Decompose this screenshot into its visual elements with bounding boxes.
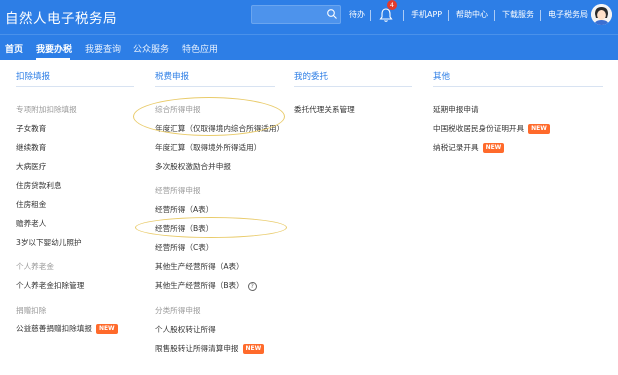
divider bbox=[294, 86, 412, 87]
divider bbox=[433, 86, 603, 87]
help-icon[interactable]: ? bbox=[247, 282, 257, 291]
menu-item-label: 中国税收居民身份证明开具 bbox=[433, 124, 525, 133]
deduction-header[interactable]: 扣除填报 bbox=[16, 70, 50, 82]
new-badge: NEW bbox=[95, 324, 118, 334]
menu-item-label: 其他生产经营所得（B表） bbox=[155, 281, 244, 290]
menu-item-business-income-b[interactable]: 经营所得（B表） bbox=[155, 223, 213, 234]
menu-item-business-income-a[interactable]: 经营所得（A表） bbox=[155, 204, 213, 215]
menu-item-infant-care[interactable]: 3岁以下婴幼儿照护 bbox=[16, 237, 82, 248]
menu-item-label: 限售股转让所得清算申报 bbox=[155, 344, 239, 353]
delegation-header[interactable]: 我的委托 bbox=[294, 70, 328, 82]
nav-home[interactable]: 首页 bbox=[5, 42, 23, 55]
divider bbox=[370, 10, 371, 21]
new-badge: NEW bbox=[482, 143, 505, 153]
group-title: 捐赠扣除 bbox=[16, 306, 47, 315]
menu-item-restricted-stock-settlement[interactable]: 限售股转让所得清算申报 NEW bbox=[155, 343, 265, 354]
divider bbox=[494, 10, 495, 21]
divider bbox=[155, 86, 275, 87]
divider bbox=[16, 86, 134, 87]
search-icon[interactable] bbox=[326, 8, 338, 20]
divider bbox=[540, 10, 541, 21]
search-input[interactable] bbox=[252, 6, 328, 23]
menu-item-annual-settlement-domestic[interactable]: 年度汇算（仅取得境内综合所得适用） bbox=[155, 123, 284, 134]
menu-item-other-business-a[interactable]: 其他生产经营所得（A表） bbox=[155, 261, 244, 272]
avatar[interactable] bbox=[591, 4, 612, 25]
group-title: 综合所得申报 bbox=[155, 105, 201, 114]
new-badge: NEW bbox=[528, 124, 550, 134]
group-title: 个人养老金 bbox=[16, 262, 54, 271]
menu-item-continuing-education[interactable]: 继续教育 bbox=[16, 142, 46, 153]
search-box[interactable] bbox=[251, 5, 341, 24]
top-bar: 自然人电子税务局 待办 4 手机APP 帮助中心 下载服务 电子税务局 bbox=[0, 0, 618, 34]
group-title: 经营所得申报 bbox=[155, 186, 201, 195]
menu-item-mortgage-interest[interactable]: 住房贷款利息 bbox=[16, 180, 62, 191]
todo-link[interactable]: 待办 bbox=[349, 9, 365, 20]
menu-item-tax-record-certificate[interactable]: 纳税记录开具 NEW bbox=[433, 142, 505, 153]
app-title[interactable]: 自然人电子税务局 bbox=[5, 7, 117, 27]
menu-item-elderly-support[interactable]: 赡养老人 bbox=[16, 218, 46, 229]
menu-item-equity-transfer[interactable]: 个人股权转让所得 bbox=[155, 324, 216, 335]
menu-item-annual-settlement-overseas[interactable]: 年度汇算（取得境外所得适用） bbox=[155, 142, 261, 153]
group-title: 分类所得申报 bbox=[155, 306, 201, 315]
declare-header[interactable]: 税费申报 bbox=[155, 70, 189, 82]
other-header[interactable]: 其他 bbox=[433, 70, 450, 82]
menu-item-label: 公益慈善捐赠扣除填报 bbox=[16, 324, 92, 333]
notification-badge: 4 bbox=[387, 0, 397, 10]
menu-item-tax-residency-certificate[interactable]: 中国税收居民身份证明开具 NEW bbox=[433, 123, 550, 134]
menu-panel: 扣除填报 专项附加扣除填报 子女教育 继续教育 大病医疗 住房贷款利息 住房租金… bbox=[0, 60, 618, 375]
new-badge: NEW bbox=[242, 344, 265, 354]
group-title: 专项附加扣除填报 bbox=[16, 105, 77, 114]
nav-public-service[interactable]: 公众服务 bbox=[133, 42, 169, 55]
menu-item-deferred-declaration[interactable]: 延期申报申请 bbox=[433, 104, 479, 115]
divider bbox=[448, 10, 449, 21]
menu-item-label: 纳税记录开具 bbox=[433, 143, 479, 152]
menu-item-serious-illness[interactable]: 大病医疗 bbox=[16, 161, 46, 172]
menu-item-housing-rent[interactable]: 住房租金 bbox=[16, 199, 46, 210]
menu-item-personal-pension[interactable]: 个人养老金扣除管理 bbox=[16, 280, 84, 291]
main-nav: 首页 我要办税 我要查询 公众服务 特色应用 bbox=[0, 34, 618, 60]
menu-item-other-business-b[interactable]: 其他生产经营所得（B表）? bbox=[155, 280, 257, 291]
menu-item-business-income-c[interactable]: 经营所得（C表） bbox=[155, 242, 213, 253]
menu-item-child-education[interactable]: 子女教育 bbox=[16, 123, 46, 134]
menu-item-charity-donation[interactable]: 公益慈善捐赠扣除填报 NEW bbox=[16, 323, 118, 334]
e-tax-bureau-link[interactable]: 电子税务局 bbox=[548, 9, 588, 20]
nav-query[interactable]: 我要查询 bbox=[85, 42, 121, 55]
menu-item-agency-management[interactable]: 委托代理关系管理 bbox=[294, 104, 355, 115]
divider bbox=[403, 10, 404, 21]
help-center-link[interactable]: 帮助中心 bbox=[456, 9, 488, 20]
menu-item-equity-incentive-merge[interactable]: 多次股权激励合并申报 bbox=[155, 161, 231, 172]
nav-special-apps[interactable]: 特色应用 bbox=[182, 42, 218, 55]
nav-tax-handling[interactable]: 我要办税 bbox=[36, 42, 72, 55]
download-service-link[interactable]: 下载服务 bbox=[502, 9, 534, 20]
mobile-app-link[interactable]: 手机APP bbox=[411, 9, 442, 20]
